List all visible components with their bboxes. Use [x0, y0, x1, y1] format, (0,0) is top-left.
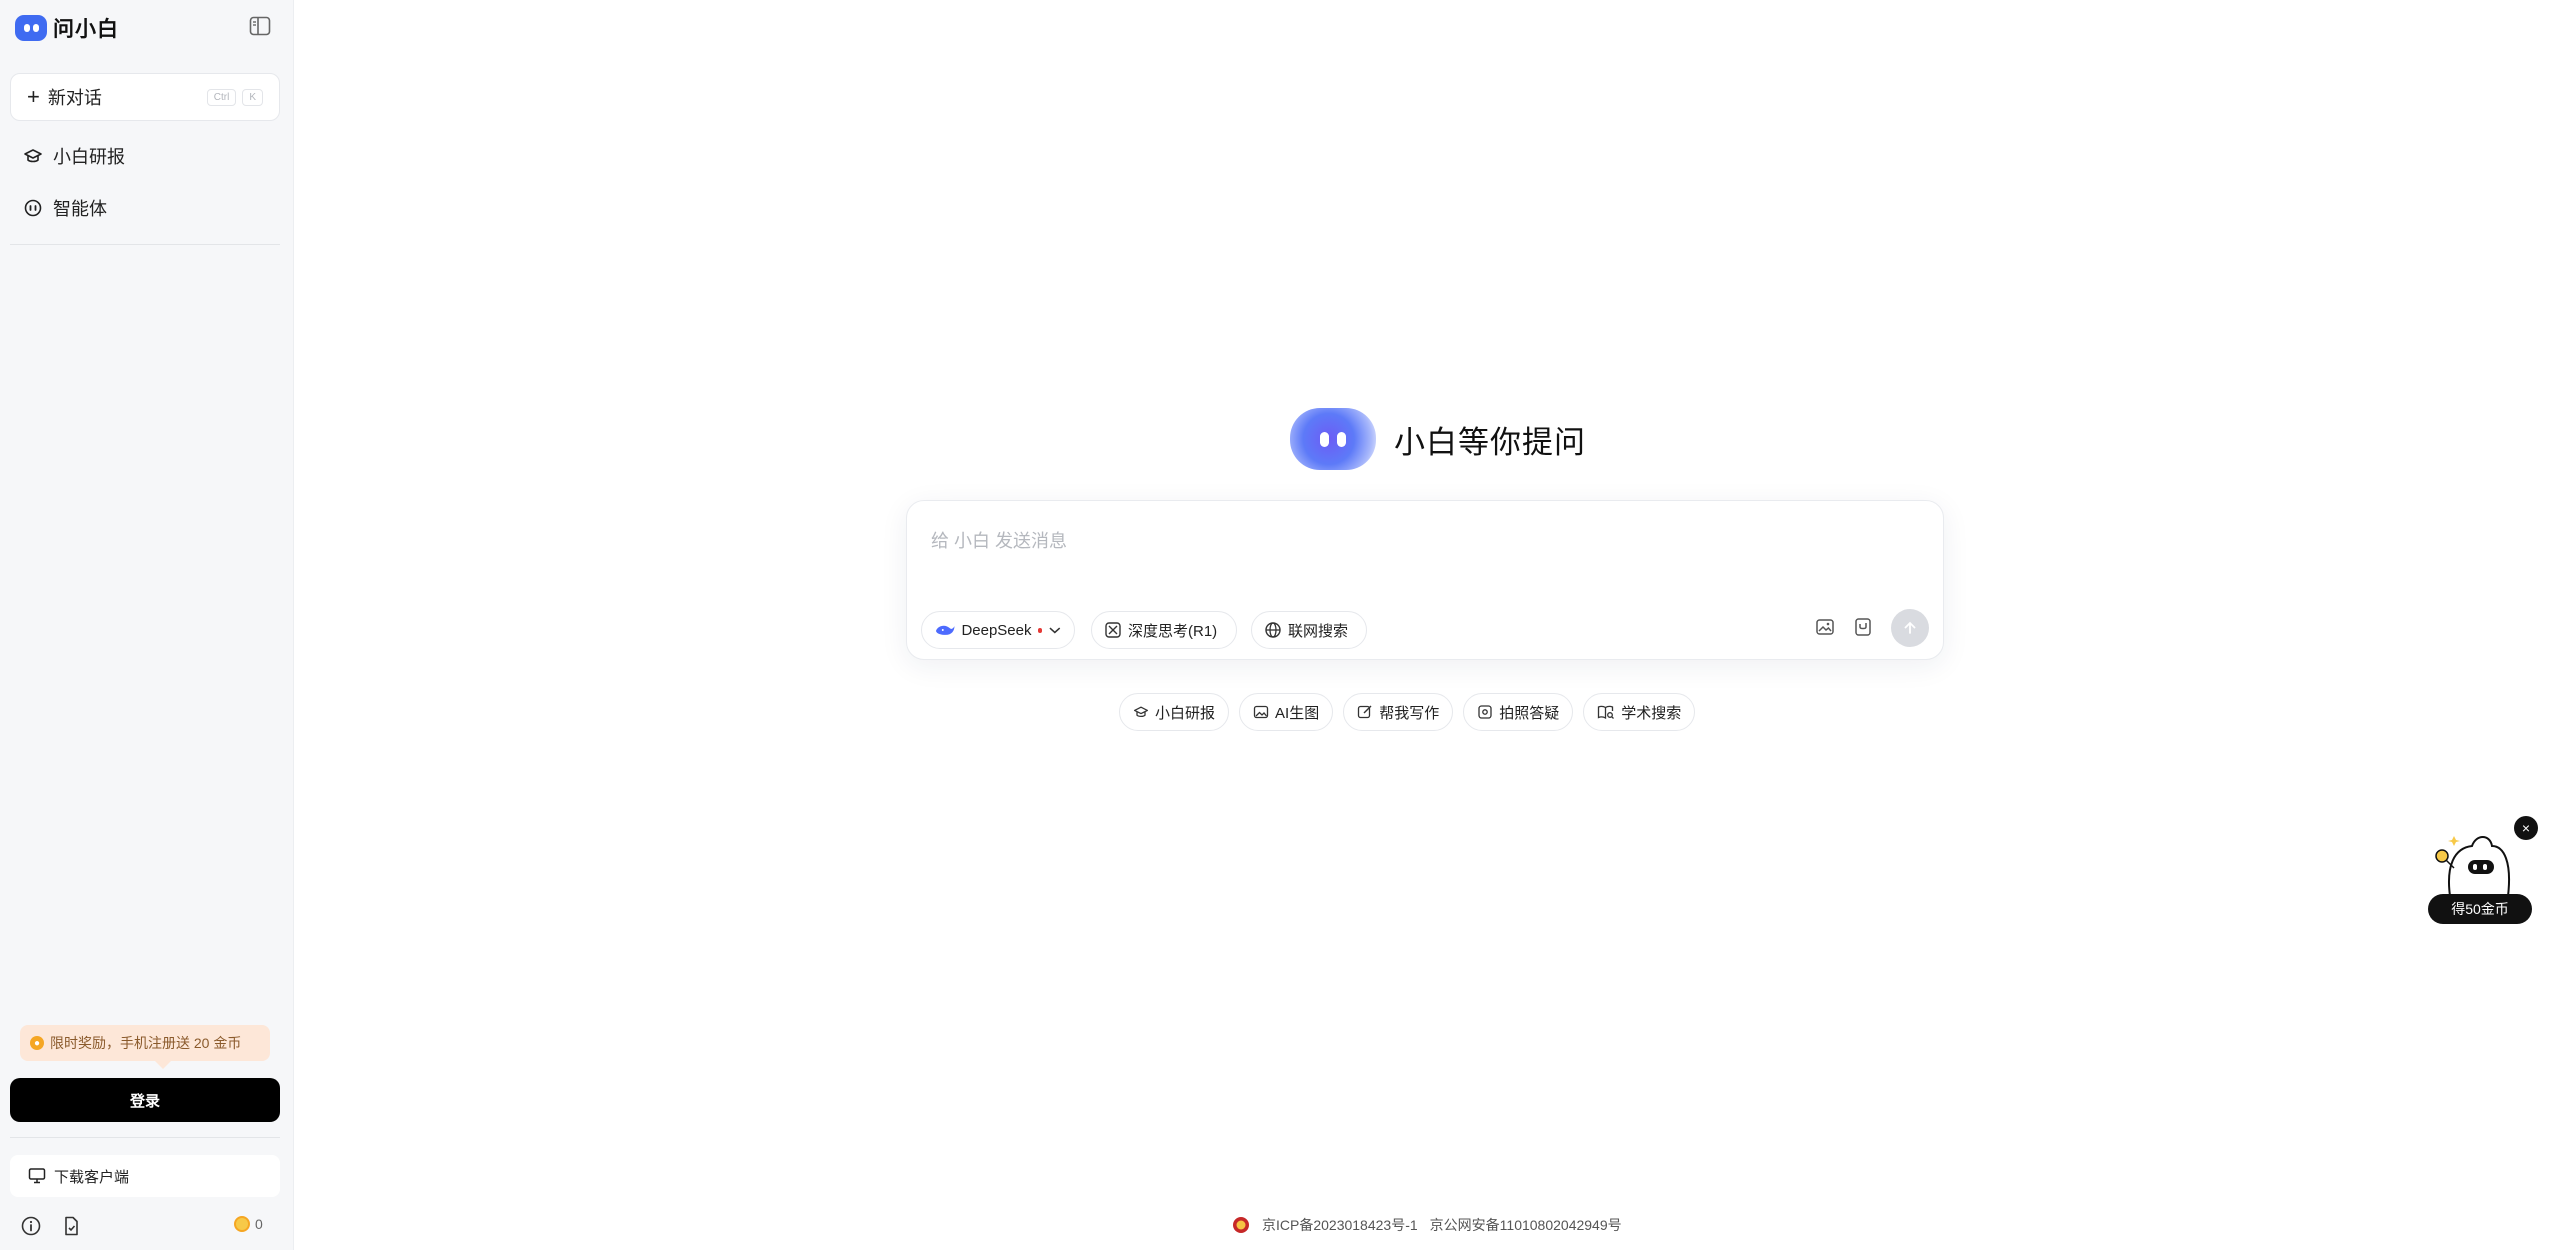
quick-actions: 小白研报 AI生图 帮我写作 拍照答疑 学术搜索 [1119, 693, 1696, 731]
sidebar-footer-icons [20, 1215, 82, 1237]
mascot-icon[interactable] [2432, 826, 2518, 898]
sidebar-divider [10, 244, 280, 245]
globe-icon [1265, 622, 1281, 638]
image-upload-icon[interactable] [1813, 615, 1837, 639]
police-record-link[interactable]: 京公网安备11010802042949号 [1430, 1215, 1622, 1235]
quick-action-label: 学术搜索 [1621, 704, 1682, 722]
coin-count: 0 [255, 1216, 263, 1232]
brand[interactable]: 问小白 [15, 13, 119, 43]
info-icon[interactable] [20, 1215, 42, 1237]
close-icon[interactable]: × [2514, 816, 2538, 840]
arrow-up-icon [1904, 621, 1916, 634]
reward-button[interactable]: 得50金币 [2428, 894, 2532, 924]
quick-action-research[interactable]: 小白研报 [1119, 693, 1230, 731]
quick-action-label: 拍照答疑 [1499, 704, 1560, 722]
assistant-logo-icon [1290, 408, 1376, 470]
edit-icon [1358, 705, 1372, 719]
sidebar-item-agents[interactable]: 智能体 [10, 186, 280, 230]
quick-action-academic-search[interactable]: 学术搜索 [1583, 693, 1696, 731]
promo-banner: ● 限时奖励，手机注册送 20 金币 [20, 1025, 270, 1069]
quick-action-ai-image[interactable]: AI生图 [1239, 693, 1334, 731]
promo-text: 限时奖励，手机注册送 20 金币 [50, 1035, 242, 1051]
camera-icon [1478, 705, 1492, 719]
quick-action-writing[interactable]: 帮我写作 [1343, 693, 1454, 731]
brand-name: 问小白 [53, 18, 119, 41]
login-button[interactable]: 登录 [10, 1078, 280, 1122]
monitor-icon [28, 1168, 46, 1184]
send-button[interactable] [1891, 609, 1929, 647]
quick-action-label: 小白研报 [1155, 704, 1216, 722]
web-search-label: 联网搜索 [1288, 622, 1349, 640]
deepseek-whale-icon [935, 625, 955, 635]
new-chat-button[interactable]: + 新对话 Ctrl K [10, 73, 280, 121]
legal-footer: 京ICP备2023018423号-1 京公网安备11010802042949号 [1232, 1215, 1622, 1235]
hero: 小白等你提问 [1290, 408, 1586, 470]
download-client-button[interactable]: 下载客户端 [10, 1155, 280, 1197]
sidebar: 问小白 + 新对话 Ctrl K 小白研报 智能体 ● 限时奖励，手机注册送 2… [0, 0, 294, 1250]
coin-icon [234, 1216, 250, 1232]
shortcut-hint: Ctrl K [206, 88, 263, 106]
sidebar-item-label: 小白研报 [53, 147, 125, 167]
reward-widget: × 得50金币 [2428, 816, 2548, 926]
message-input[interactable] [929, 525, 1923, 579]
graduation-cap-icon [24, 149, 42, 163]
document-icon[interactable] [60, 1215, 82, 1237]
chevron-down-icon [1049, 627, 1061, 634]
quick-action-label: 帮我写作 [1379, 704, 1440, 722]
brand-logo-icon [15, 15, 47, 41]
coin-icon: ● [30, 1036, 44, 1050]
sidebar-toggle-icon[interactable] [249, 16, 271, 36]
shortcut-key-k: K [242, 88, 263, 106]
deep-think-toggle[interactable]: 深度思考(R1) [1091, 611, 1237, 649]
quick-action-label: AI生图 [1275, 704, 1320, 722]
book-search-icon [1598, 705, 1615, 720]
sidebar-item-label: 智能体 [53, 199, 107, 219]
atom-icon [1105, 622, 1121, 638]
icp-license-link[interactable]: 京ICP备2023018423号-1 [1262, 1215, 1418, 1235]
graduation-cap-icon [1133, 706, 1149, 718]
new-chat-label: 新对话 [47, 88, 102, 108]
model-selector[interactable]: DeepSeek [921, 611, 1075, 649]
hero-title: 小白等你提问 [1394, 424, 1586, 460]
image-icon [1253, 705, 1269, 719]
download-client-label: 下载客户端 [54, 1168, 130, 1186]
web-search-toggle[interactable]: 联网搜索 [1251, 611, 1367, 649]
sidebar-item-research[interactable]: 小白研报 [10, 134, 280, 178]
sidebar-divider [10, 1137, 280, 1138]
police-badge-icon [1233, 1217, 1249, 1233]
message-composer: DeepSeek 深度思考(R1) 联网搜索 [906, 500, 1944, 660]
quick-action-photo-qa[interactable]: 拍照答疑 [1463, 693, 1574, 731]
plus-icon: + [27, 84, 40, 109]
coin-balance[interactable]: 0 [234, 1216, 263, 1232]
model-label: DeepSeek [961, 621, 1032, 639]
bot-icon [24, 199, 42, 217]
file-upload-icon[interactable] [1851, 615, 1875, 639]
shortcut-key-ctrl: Ctrl [206, 88, 237, 106]
deep-think-label: 深度思考(R1) [1128, 622, 1218, 640]
new-indicator-dot [1037, 627, 1043, 633]
